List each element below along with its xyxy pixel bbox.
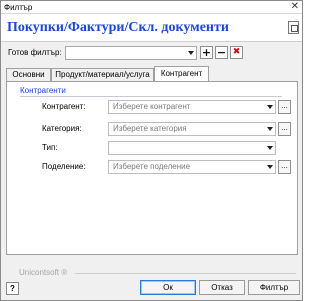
counterparty-label: Контрагент:	[42, 102, 86, 111]
category-label: Категория:	[42, 124, 82, 133]
counterparty-select[interactable]: Изберете контрагент	[108, 100, 276, 114]
group-divider	[20, 96, 282, 97]
type-select[interactable]	[108, 141, 276, 155]
filter-button[interactable]: Филтър	[248, 280, 300, 295]
chevron-down-icon[interactable]	[267, 146, 273, 150]
type-label: Тип:	[42, 143, 58, 152]
filter-dialog: Филтър ✕ Покупки/Фактури/Скл. документи …	[0, 0, 303, 301]
brand-label: Unicontsoft ®	[19, 268, 68, 277]
division-browse-button[interactable]: ...	[278, 160, 291, 174]
chevron-down-icon[interactable]	[267, 105, 273, 109]
category-browse-button[interactable]: ...	[278, 122, 291, 136]
division-placeholder: Изберете поделение	[113, 162, 191, 171]
preset-filter-row: Готов филтър: + − ✖	[1, 45, 302, 61]
division-label: Поделение:	[42, 162, 86, 171]
counterparty-browse-button[interactable]: ...	[278, 100, 291, 114]
help-button[interactable]: ?	[6, 282, 19, 295]
remove-preset-button[interactable]: −	[215, 46, 228, 59]
ok-button[interactable]: Ок	[140, 280, 196, 295]
cancel-button[interactable]: Отказ	[199, 280, 245, 295]
chevron-down-icon[interactable]	[267, 127, 273, 131]
tab-counterparty[interactable]: Контрагент	[154, 66, 209, 81]
add-preset-button[interactable]: +	[200, 46, 213, 59]
clear-filter-button[interactable]: ✖	[230, 46, 243, 59]
chevron-down-icon[interactable]	[267, 165, 273, 169]
division-select[interactable]: Изберете поделение	[108, 160, 276, 174]
header-banner: Покупки/Фактури/Скл. документи	[1, 14, 302, 42]
chevron-down-icon[interactable]	[188, 51, 194, 55]
preset-filter-select[interactable]	[65, 46, 197, 60]
tab-basic[interactable]: Основни	[6, 68, 51, 81]
window-title: Филтър	[4, 3, 33, 12]
group-title: Контрагенти	[20, 86, 66, 95]
counterparty-placeholder: Изберете контрагент	[113, 102, 191, 111]
tab-panel-counterparty: Контрагенти Контрагент: Изберете контраг…	[6, 81, 298, 255]
banner-title: Покупки/Фактури/Скл. документи	[7, 20, 229, 35]
tab-product[interactable]: Продукт/материал/услуга	[51, 68, 154, 81]
category-placeholder: Изберете категория	[113, 124, 187, 133]
tab-strip: Основни Продукт/материал/услуга Контраге…	[6, 66, 296, 81]
footer-divider	[75, 273, 296, 274]
category-select[interactable]: Изберете категория	[108, 122, 276, 136]
close-icon[interactable]: ✕	[291, 1, 299, 13]
title-bar: Филтър ✕	[1, 1, 302, 14]
preset-filter-label: Готов филтър:	[8, 48, 62, 57]
document-icon	[288, 21, 299, 34]
